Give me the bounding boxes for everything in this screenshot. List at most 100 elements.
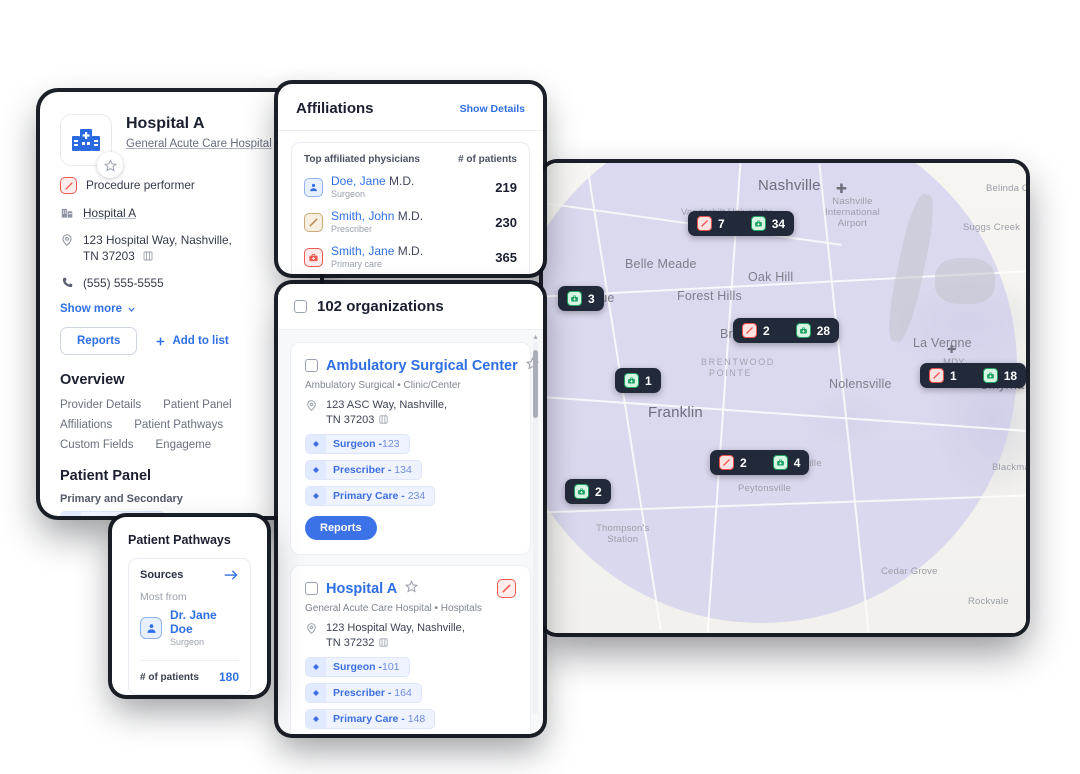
affiliation-row[interactable]: Doe, Jane M.D. Surgeon 219: [304, 174, 517, 200]
map-count-chip[interactable]: 1 18: [920, 363, 1026, 388]
favorite-star-button[interactable]: [97, 152, 123, 178]
map-count-chip[interactable]: 3: [558, 286, 604, 311]
organization-reports-button[interactable]: Reports: [305, 516, 377, 540]
tab-affiliations[interactable]: Affiliations: [60, 419, 112, 431]
affiliation-row[interactable]: Smith, John M.D. Prescriber 230: [304, 209, 517, 235]
physician-suffix: M.D.: [394, 209, 424, 223]
show-details-link[interactable]: Show Details: [460, 103, 525, 115]
patient-panel-subheading: Primary and Secondary: [60, 493, 183, 505]
organizations-list[interactable]: Ambulatory Surgical Center Ambulatory Sur…: [278, 332, 543, 734]
role-label: Procedure performer: [86, 178, 195, 192]
metric-tag[interactable]: Prescriber - 134: [305, 460, 422, 480]
physician-name[interactable]: Smith, John M.D.: [331, 209, 423, 223]
top-source-row[interactable]: Dr. Jane Doe Surgeon: [140, 608, 239, 648]
organization-checkbox[interactable]: [305, 359, 318, 372]
phone-number[interactable]: (555) 555-5555: [83, 275, 164, 291]
diamond-icon: [313, 441, 319, 447]
organization-card[interactable]: Ambulatory Surgical Center Ambulatory Sur…: [290, 342, 539, 555]
surgeon-badge-icon: [140, 617, 162, 639]
arrow-right-icon[interactable]: [224, 569, 239, 581]
chip-count: 7: [718, 216, 725, 231]
organization-checkbox[interactable]: [305, 582, 318, 595]
organizations-count: 102 organizations: [317, 298, 444, 315]
metric-tag[interactable]: Surgeon -123: [305, 434, 410, 454]
map-small-icon[interactable]: [378, 414, 389, 425]
affiliations-table: Top affiliated physicians # of patients …: [291, 142, 530, 274]
address-line-2: TN 37203: [83, 249, 135, 263]
map-count-chip[interactable]: 2: [565, 479, 611, 504]
tab-patient-panel[interactable]: Patient Panel: [163, 399, 231, 411]
bag-icon: [571, 295, 578, 302]
chip-count: 1: [950, 368, 957, 383]
tab-custom-fields[interactable]: Custom Fields: [60, 439, 134, 451]
tab-engageme[interactable]: Engageme: [156, 439, 212, 451]
pencil-icon[interactable]: [497, 579, 516, 598]
metric-tag-label: Prescriber -: [333, 687, 395, 699]
doctor-name[interactable]: Dr. Jane Doe: [170, 608, 239, 636]
affiliation-row[interactable]: Smith, Jane M.D. Primary care 365: [304, 244, 517, 270]
metric-tag-value: 134: [394, 464, 412, 476]
physician-role: Surgeon: [331, 189, 366, 199]
add-to-list-button[interactable]: Add to list: [155, 335, 229, 347]
physician-name[interactable]: Smith, Jane M.D.: [331, 244, 423, 258]
physician-patient-count: 365: [495, 249, 517, 265]
organizations-panel: 102 organizations Ambulatory Surgical Ce…: [278, 284, 543, 734]
metric-tag-value: 148: [407, 713, 426, 725]
map-panel[interactable]: NashvilleVanderbilt UniversityBelle Mead…: [543, 163, 1026, 633]
pencil-icon: [502, 584, 511, 593]
org-link[interactable]: Hospital A: [83, 205, 136, 221]
map-small-icon[interactable]: [378, 637, 389, 648]
star-outline-icon[interactable]: [405, 579, 419, 593]
organization-card[interactable]: Hospital A General Acute Care Hospital • …: [290, 565, 531, 734]
pencil-icon: [929, 368, 944, 383]
metric-tag[interactable]: Surgeon -101: [305, 657, 410, 677]
metric-tag[interactable]: Prescriber - 164: [305, 683, 422, 703]
tab-provider-details[interactable]: Provider Details: [60, 399, 141, 411]
organization-name[interactable]: Hospital A: [326, 581, 397, 597]
primary-care-bag-icon: [304, 247, 323, 267]
diamond-icon: [306, 658, 326, 676]
organization-name[interactable]: Ambulatory Surgical Center: [326, 358, 518, 374]
select-all-checkbox[interactable]: [294, 300, 307, 313]
pathways-sources-box: Sources Most from Dr. Jane Doe Surgeon #…: [128, 558, 251, 695]
diamond-icon: [306, 684, 326, 702]
diamond-icon: [313, 493, 319, 499]
map-canvas[interactable]: NashvilleVanderbilt UniversityBelle Mead…: [543, 163, 1026, 633]
map-count-chip[interactable]: 1: [615, 368, 661, 393]
map-count-chip[interactable]: 7 34: [688, 211, 795, 236]
patient-panel-heading: Patient Panel: [60, 468, 152, 484]
diamond-icon: [306, 710, 326, 728]
map-small-icon[interactable]: [142, 250, 154, 262]
scroll-up-arrow[interactable]: ▲: [532, 334, 539, 341]
address-line-1: 123 Hospital Way, Nashville,: [83, 233, 232, 247]
org-address-line-2: TN 37203: [326, 414, 375, 426]
prescriber-pencil-icon: [304, 212, 323, 232]
metric-tag[interactable]: Surgeon -123: [60, 511, 165, 516]
chip-segment: 3: [567, 291, 595, 306]
star-outline-icon[interactable]: [405, 579, 419, 598]
metric-tag[interactable]: Primary Care - 234: [305, 486, 436, 506]
sources-row[interactable]: Sources: [140, 569, 239, 581]
physician-patient-count: 219: [495, 179, 517, 195]
physician-name[interactable]: Doe, Jane M.D.: [331, 174, 414, 188]
airport-icon: ✚: [947, 344, 957, 356]
organization-tag-list: Surgeon -101 Prescriber - 164 Primary Care…: [305, 651, 516, 729]
organizations-header: 102 organizations: [278, 284, 543, 330]
reports-button[interactable]: Reports: [60, 327, 138, 355]
org-row: Hospital A: [60, 205, 300, 221]
profile-type-link[interactable]: General Acute Care Hospital: [126, 138, 272, 150]
map-count-chip[interactable]: 2 28: [733, 318, 840, 343]
metric-tag[interactable]: Primary Care - 148: [305, 709, 436, 729]
scrollbar-thumb[interactable]: [533, 350, 538, 418]
map-count-chip[interactable]: 24: [710, 450, 810, 475]
bag-icon: [578, 488, 585, 495]
tab-patient-pathways[interactable]: Patient Pathways: [134, 419, 223, 431]
patients-count-label: # of patients: [140, 671, 199, 683]
bag-icon: [309, 253, 318, 261]
pencil-icon: [60, 177, 77, 194]
pencil-icon: [933, 372, 940, 379]
metric-tag-label: Surgeon -: [88, 515, 137, 516]
show-more-button[interactable]: Show more: [60, 303, 300, 315]
organization-address: 123 Hospital Way, Nashville, TN 37232: [305, 621, 516, 651]
overview-tab-list[interactable]: Provider Details Patient Panel Affiliation…: [60, 399, 300, 451]
